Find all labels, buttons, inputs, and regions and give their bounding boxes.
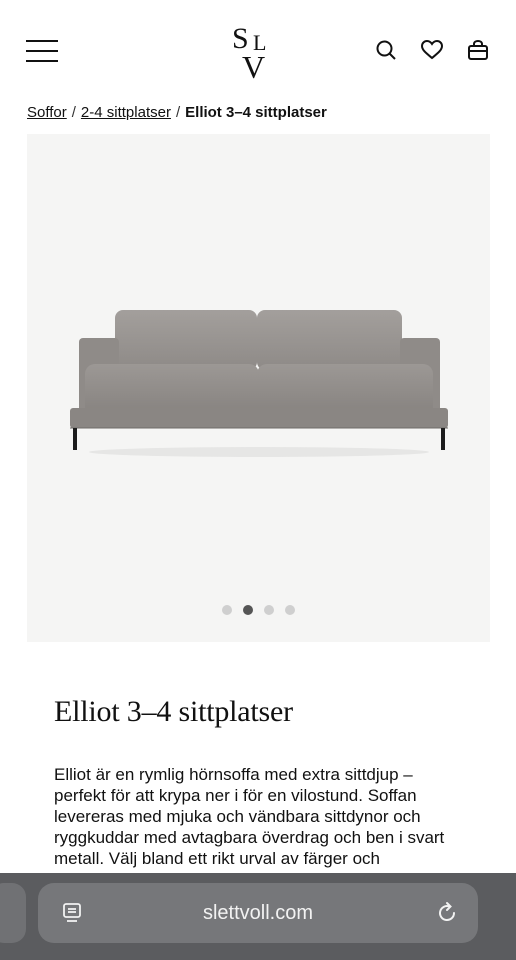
- brand-logo[interactable]: S L V: [222, 18, 292, 85]
- gallery-dot[interactable]: [264, 605, 274, 615]
- gallery-dot[interactable]: [285, 605, 295, 615]
- breadcrumb-separator: /: [71, 104, 76, 121]
- product-description: Elliot är en rymlig hörnsoffa med extra …: [54, 765, 445, 868]
- previous-tab[interactable]: [0, 883, 26, 943]
- menu-icon[interactable]: [26, 38, 60, 64]
- url-text: slettvoll.com: [202, 902, 314, 924]
- sofa-image: [70, 310, 448, 457]
- breadcrumb-link-soffor[interactable]: Soffor: [27, 104, 67, 121]
- reload-icon[interactable]: [434, 900, 460, 926]
- bag-icon[interactable]: [464, 36, 492, 64]
- gallery-dot[interactable]: [222, 605, 232, 615]
- product-title: Elliot 3–4 sittplatser: [54, 695, 293, 728]
- browser-toolbar: slettvoll.com: [0, 873, 516, 960]
- search-icon[interactable]: [372, 36, 400, 64]
- product-image-gallery[interactable]: [27, 134, 490, 642]
- breadcrumb-current: Elliot 3–4 sittplatser: [185, 104, 327, 121]
- gallery-dot-active[interactable]: [243, 605, 253, 615]
- address-bar[interactable]: slettvoll.com: [38, 883, 478, 943]
- breadcrumb: Soffor/2-4 sittplatser / Elliot 3–4 sittpl…: [27, 104, 327, 121]
- gallery-pagination: [27, 605, 490, 615]
- heart-icon[interactable]: [418, 36, 446, 64]
- svg-text:V: V: [242, 49, 265, 82]
- site-header: S L V: [0, 0, 516, 100]
- breadcrumb-separator: /: [175, 104, 181, 121]
- breadcrumb-link-2-4-sittplatser[interactable]: 2-4 sittplatser: [81, 104, 171, 121]
